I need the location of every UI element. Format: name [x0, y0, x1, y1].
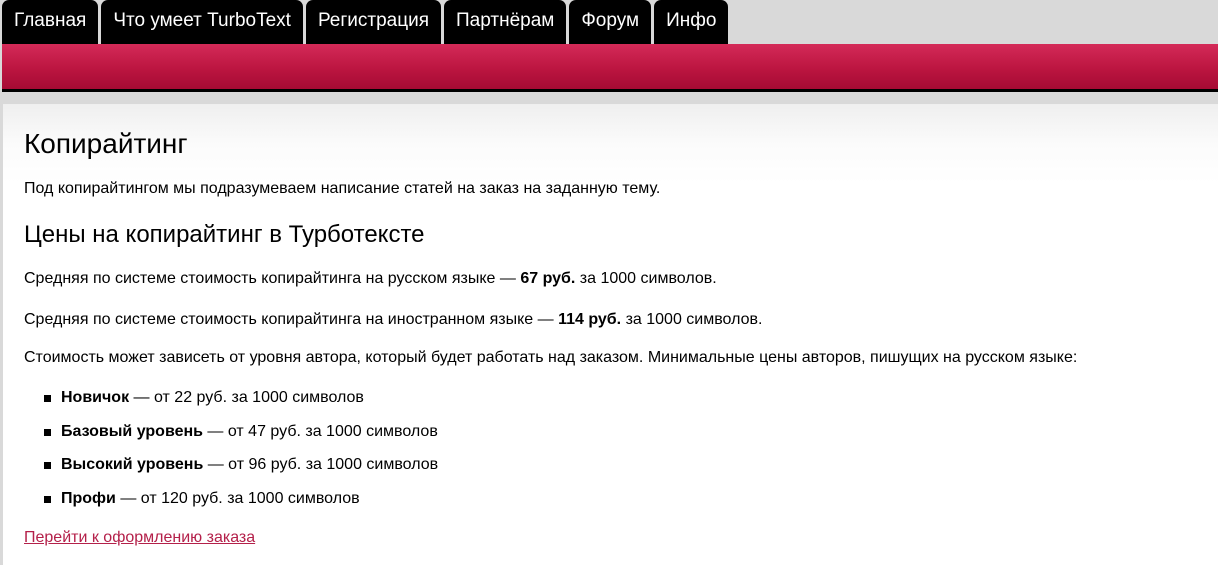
avg-price-foreign-prefix: Средняя по системе стоимость копирайтинг…	[24, 311, 559, 328]
order-link[interactable]: Перейти к оформлению заказа	[24, 528, 255, 548]
avg-price-foreign-value: 114 руб.	[558, 311, 622, 328]
top-bar: Главная Что умеет TurboText Регистрация …	[0, 0, 1218, 44]
header-divider	[2, 89, 1218, 92]
level-price: — от 22 руб. за 1000 символов	[129, 389, 364, 406]
level-name: Профи	[61, 489, 116, 507]
bullet-icon	[44, 495, 51, 503]
avg-price-russian: Средняя по системе стоимость копирайтинг…	[24, 269, 717, 289]
tab-info[interactable]: Инфо	[654, 0, 729, 44]
header-band	[2, 44, 1218, 90]
prices-heading: Цены на копирайтинг в Турботексте	[24, 221, 425, 248]
levels-intro: Стоимость может зависеть от уровня автор…	[24, 349, 1078, 366]
tab-features[interactable]: Что умеет TurboText	[101, 0, 303, 44]
level-price: — от 96 руб. за 1000 символов	[203, 456, 439, 473]
levels-list: Новичок — от 22 руб. за 1000 символов Ба…	[24, 388, 438, 522]
main-nav: Главная Что умеет TurboText Регистрация …	[2, 0, 731, 44]
tab-forum[interactable]: Форум	[569, 0, 652, 44]
tab-registration[interactable]: Регистрация	[305, 0, 442, 44]
level-price: — от 120 руб. за 1000 символов	[115, 489, 360, 507]
list-item: Профи — от 120 руб. за 1000 символов	[24, 489, 438, 523]
level-price: — от 47 руб. за 1000 символов	[202, 422, 438, 440]
tab-home[interactable]: Главная	[2, 0, 99, 44]
bullet-icon	[44, 462, 51, 469]
bullet-icon	[44, 395, 51, 402]
avg-price-russian-prefix: Средняя по системе стоимость копирайтинг…	[24, 270, 521, 287]
avg-price-russian-value: 67 руб.	[520, 270, 576, 287]
bullet-icon	[44, 428, 51, 436]
level-name: Базовый уровень	[61, 422, 203, 440]
list-item: Высокий уровень — от 96 руб. за 1000 сим…	[24, 455, 438, 489]
intro-text: Под копирайтингом мы подразумеваем напис…	[24, 180, 661, 197]
avg-price-russian-suffix: за 1000 символов.	[575, 270, 717, 287]
main-content: Копирайтинг Под копирайтингом мы подразу…	[3, 104, 1218, 565]
page-title: Копирайтинг	[24, 128, 188, 159]
avg-price-foreign-suffix: за 1000 символов.	[621, 311, 763, 328]
list-item: Базовый уровень — от 47 руб. за 1000 сим…	[24, 422, 438, 456]
list-item: Новичок — от 22 руб. за 1000 символов	[24, 388, 438, 422]
avg-price-foreign: Средняя по системе стоимость копирайтинг…	[24, 310, 762, 330]
level-name: Высокий уровень	[61, 456, 204, 473]
level-name: Новичок	[61, 389, 130, 406]
tab-partners[interactable]: Партнёрам	[444, 0, 567, 44]
